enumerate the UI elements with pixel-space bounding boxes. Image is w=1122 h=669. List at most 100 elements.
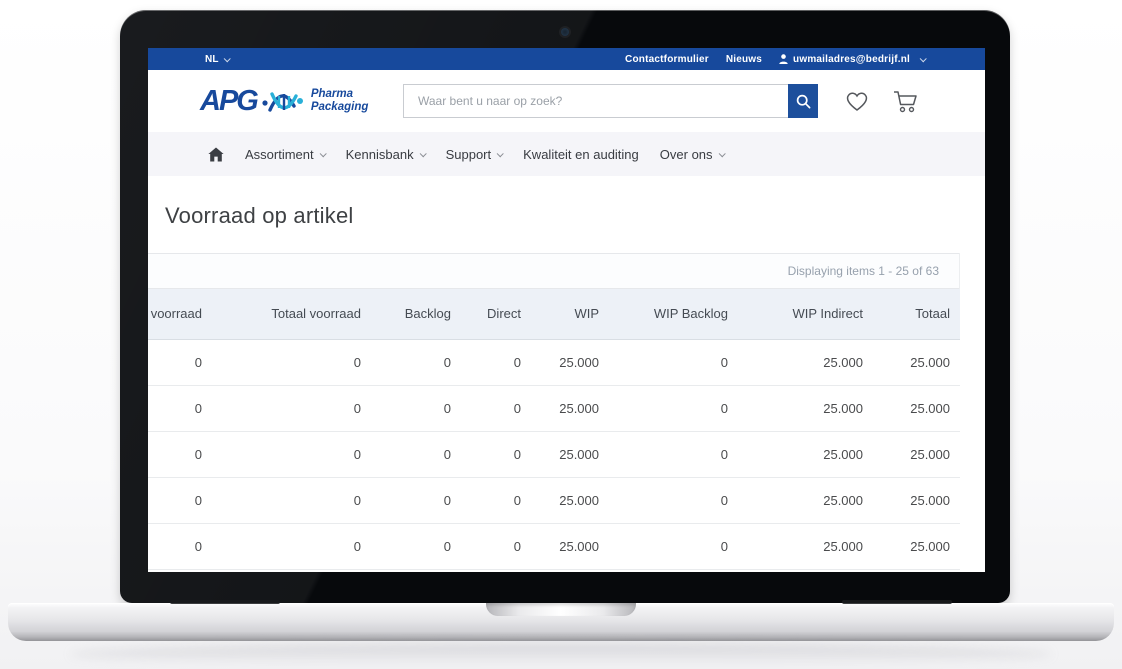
nav-home-link[interactable]: [208, 147, 224, 162]
table-cell: 25.000: [731, 523, 866, 569]
table-cell: 25.000: [524, 523, 602, 569]
table-row: 000025.000025.00025.000: [148, 477, 960, 523]
brand-logo-tagline: Pharma Packaging: [311, 88, 369, 113]
table-row: 000025.000025.00025.000: [148, 385, 960, 431]
table-cell: 0: [148, 477, 205, 523]
table-cell: 25.000: [866, 431, 960, 477]
cart-button[interactable]: [892, 89, 919, 114]
table-cell: 0: [205, 385, 364, 431]
table-cell: 0: [364, 523, 454, 569]
table-cell: 0: [602, 339, 731, 385]
laptop-base: [8, 603, 1114, 641]
column-header-voorraad[interactable]: voorraad: [148, 289, 205, 339]
laptop-mockup: NL Contactformulier Nieuws uwmailadres@b…: [0, 0, 1122, 669]
top-utility-bar: NL Contactformulier Nieuws uwmailadres@b…: [148, 48, 985, 70]
home-icon: [208, 147, 224, 162]
nav-item-assortiment[interactable]: Assortiment: [245, 147, 325, 162]
search-input[interactable]: [403, 84, 788, 118]
chevron-down-icon: [718, 150, 725, 157]
table-cell: 0: [148, 339, 205, 385]
page-content: Voorraad op artikel Displaying items 1 -…: [148, 203, 985, 570]
table-cell: 0: [602, 431, 731, 477]
table-cell: 25.000: [866, 385, 960, 431]
chevron-down-icon: [223, 55, 230, 62]
table-cell: 0: [148, 385, 205, 431]
laptop-lid-notch: [486, 603, 636, 616]
table-row: 000025.000025.00025.000: [148, 431, 960, 477]
wishlist-button[interactable]: [844, 89, 870, 113]
table-cell: 0: [454, 385, 524, 431]
chevron-down-icon: [319, 150, 326, 157]
chevron-down-icon: [920, 55, 927, 62]
table-cell: 0: [364, 431, 454, 477]
table-cell: 0: [602, 523, 731, 569]
table-cell: 25.000: [731, 431, 866, 477]
brand-logo-acronym: APG: [200, 87, 257, 116]
table-cell: 0: [364, 385, 454, 431]
table-cell: 25.000: [524, 339, 602, 385]
column-header-totaal-voorraad[interactable]: Totaal voorraad: [205, 289, 364, 339]
column-header-wip-backlog[interactable]: WIP Backlog: [602, 289, 731, 339]
topbar-link-contactformulier[interactable]: Contactformulier: [625, 54, 709, 65]
account-email: uwmailadres@bedrijf.nl: [793, 54, 910, 65]
table-row: 000025.000025.00025.000: [148, 523, 960, 569]
column-header-backlog[interactable]: Backlog: [364, 289, 454, 339]
table-cell: 0: [205, 431, 364, 477]
table-cell: 0: [205, 339, 364, 385]
table-header-row: voorraadTotaal voorraadBacklogDirectWIPW…: [148, 289, 960, 339]
table-row: 000025.000025.00025.000: [148, 339, 960, 385]
chevron-down-icon: [419, 150, 426, 157]
table-pagination-status: Displaying items 1 - 25 of 63: [148, 253, 959, 289]
table-cell: 0: [205, 477, 364, 523]
table-cell: 25.000: [731, 385, 866, 431]
table-cell: 25.000: [731, 477, 866, 523]
chevron-down-icon: [497, 150, 504, 157]
table-cell: 0: [602, 385, 731, 431]
nav-item-label: Over ons: [660, 147, 713, 162]
hinge-right: [842, 600, 952, 604]
nav-item-label: Kennisbank: [346, 147, 414, 162]
search-icon: [796, 94, 811, 109]
language-selector[interactable]: NL: [205, 54, 229, 65]
topbar-links: Contactformulier Nieuws uwmailadres@bedr…: [625, 54, 925, 65]
account-menu[interactable]: uwmailadres@bedrijf.nl: [779, 54, 925, 65]
table-cell: 0: [454, 431, 524, 477]
table-cell: 0: [602, 477, 731, 523]
table-cell: 25.000: [731, 339, 866, 385]
main-nav: Assortiment Kennisbank Support Kwaliteit en…: [148, 132, 985, 176]
topbar-link-nieuws[interactable]: Nieuws: [726, 54, 762, 65]
column-header-totaal[interactable]: Totaal: [866, 289, 960, 339]
nav-item-label: Kwaliteit en auditing: [523, 147, 639, 162]
cart-icon: [892, 89, 919, 114]
nav-item-support[interactable]: Support: [446, 147, 503, 162]
main-nav-items: Assortiment Kennisbank Support Kwaliteit en…: [245, 147, 724, 162]
column-header-wip[interactable]: WIP: [524, 289, 602, 339]
nav-item-label: Support: [446, 147, 492, 162]
table-cell: 0: [454, 339, 524, 385]
page-title: Voorraad op artikel: [165, 203, 985, 229]
search-button[interactable]: [788, 84, 818, 118]
language-selector-label: NL: [205, 54, 219, 65]
stock-table: voorraadTotaal voorraadBacklogDirectWIPW…: [148, 289, 960, 570]
nav-item-kennisbank[interactable]: Kennisbank: [346, 147, 425, 162]
table-cell: 0: [454, 477, 524, 523]
table-cell: 0: [364, 477, 454, 523]
heart-icon: [844, 89, 870, 113]
brand-logo[interactable]: APG Pharma Packaging: [200, 84, 390, 118]
table-cell: 25.000: [866, 523, 960, 569]
site-header: APG Pharma Packaging: [148, 70, 985, 132]
search-form: [403, 84, 818, 118]
nav-item-kwaliteit-en-auditing[interactable]: Kwaliteit en auditing: [523, 147, 639, 162]
table-cell: 0: [364, 339, 454, 385]
table-cell: 0: [148, 523, 205, 569]
dna-helix-icon: [262, 84, 308, 118]
nav-item-over-ons[interactable]: Over ons: [660, 147, 724, 162]
webcam-icon: [561, 28, 569, 36]
table-cell: 25.000: [524, 385, 602, 431]
column-header-direct[interactable]: Direct: [454, 289, 524, 339]
column-header-wip-indirect[interactable]: WIP Indirect: [731, 289, 866, 339]
laptop-bezel: NL Contactformulier Nieuws uwmailadres@b…: [120, 10, 1010, 603]
laptop-reflection: [70, 643, 1052, 665]
table-body: 000025.000025.00025.000000025.000025.000…: [148, 339, 960, 569]
table-cell: 25.000: [866, 339, 960, 385]
